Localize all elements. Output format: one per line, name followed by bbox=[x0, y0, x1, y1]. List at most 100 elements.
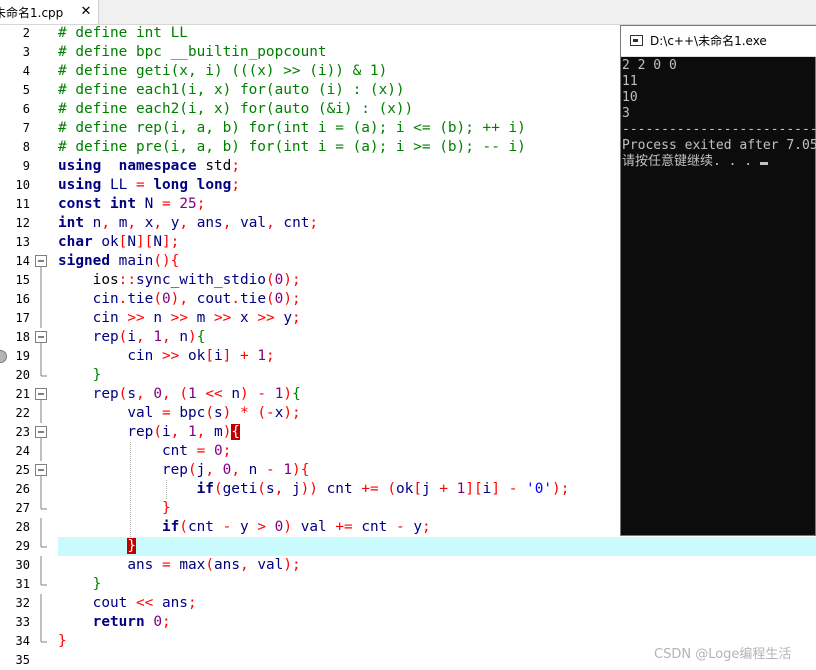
file-tab-label: 未命名1.cpp bbox=[0, 5, 64, 20]
fold-toggle-icon[interactable] bbox=[35, 252, 49, 271]
code-token: val bbox=[127, 405, 154, 421]
code-token: cnt bbox=[187, 519, 214, 535]
code-token: # define each1(i, x) for(auto (i) : (x)) bbox=[58, 82, 405, 98]
code-token: ( bbox=[265, 272, 275, 288]
console-line: Process exited after 7.05 bbox=[622, 138, 816, 154]
tab-bar: 未命名1.cpp ✕ bbox=[0, 0, 816, 25]
code-line[interactable]: 32 cout << ans; bbox=[0, 594, 816, 613]
fold-toggle-icon[interactable] bbox=[35, 328, 49, 347]
fold-toggle-icon[interactable] bbox=[35, 423, 49, 442]
code-text[interactable]: } bbox=[58, 575, 816, 594]
console-title-bar[interactable]: D:\c++\未命名1.exe bbox=[621, 26, 816, 57]
fold-gutter bbox=[35, 24, 49, 43]
code-text[interactable]: ans = max(ans, val); bbox=[58, 556, 816, 575]
close-tab-icon[interactable]: ✕ bbox=[78, 4, 94, 20]
code-token: geti bbox=[222, 481, 258, 497]
code-token: '0' bbox=[526, 481, 553, 497]
code-token: j bbox=[196, 462, 206, 478]
fold-end-icon bbox=[35, 366, 49, 385]
code-text[interactable]: } bbox=[58, 537, 816, 556]
code-token: ; bbox=[292, 310, 301, 326]
code-token: - bbox=[396, 519, 405, 535]
code-token: char bbox=[58, 234, 93, 250]
fold-end-icon bbox=[35, 537, 49, 556]
code-token: , bbox=[162, 386, 171, 402]
code-line[interactable]: 29 } bbox=[0, 537, 816, 556]
code-token: cnt bbox=[283, 215, 310, 231]
indent-guide bbox=[130, 442, 131, 537]
code-token: bpc bbox=[179, 405, 206, 421]
line-number: 10 bbox=[15, 178, 30, 192]
code-token: , bbox=[136, 386, 145, 402]
console-line-text: Process exited after 7.05 bbox=[622, 138, 816, 153]
fold-line-icon bbox=[35, 518, 49, 537]
code-token: ) bbox=[188, 329, 197, 345]
fold-toggle-icon[interactable] bbox=[35, 385, 49, 404]
code-token: ){ bbox=[292, 462, 310, 478]
fold-line-icon bbox=[35, 309, 49, 328]
code-token: ( bbox=[205, 405, 214, 421]
code-token: const bbox=[58, 196, 102, 212]
code-token: tie bbox=[127, 291, 154, 307]
code-token: , bbox=[240, 557, 249, 573]
code-token: n bbox=[179, 329, 189, 345]
fold-line-icon bbox=[35, 442, 49, 461]
code-token: tie bbox=[240, 291, 266, 307]
code-token: = bbox=[161, 405, 171, 421]
code-token: if bbox=[196, 481, 214, 497]
code-token: ( bbox=[153, 424, 162, 440]
file-tab[interactable]: 未命名1.cpp ✕ bbox=[0, 0, 99, 24]
code-token: ans bbox=[161, 595, 188, 611]
fold-gutter bbox=[35, 651, 49, 670]
code-token: 0 bbox=[213, 443, 223, 459]
code-token: - bbox=[222, 519, 232, 535]
code-token: , bbox=[231, 462, 240, 478]
code-token: ans bbox=[214, 557, 240, 573]
console-output[interactable]: 2 2 0 011103----------------------------… bbox=[621, 56, 816, 536]
line-number: 16 bbox=[15, 292, 30, 306]
code-token: . bbox=[231, 291, 240, 307]
fold-toggle-icon[interactable] bbox=[35, 461, 49, 480]
fold-end-icon bbox=[35, 499, 49, 518]
code-token: >> bbox=[170, 310, 188, 326]
code-token: ); bbox=[283, 405, 301, 421]
console-window[interactable]: D:\c++\未命名1.exe 2 2 0 0 11 10 3 ------------… bbox=[620, 25, 816, 536]
code-token: } bbox=[92, 576, 102, 592]
code-token: ) bbox=[240, 386, 249, 402]
line-number: 9 bbox=[22, 159, 30, 173]
code-text[interactable]: return 0; bbox=[58, 613, 816, 632]
code-token: N bbox=[153, 234, 162, 250]
code-token: sync_with_stdio bbox=[135, 272, 266, 288]
code-token: += bbox=[361, 481, 379, 497]
code-token: ; bbox=[231, 177, 240, 193]
fold-gutter bbox=[35, 62, 49, 81]
code-line[interactable]: 30 ans = max(ans, val); bbox=[0, 556, 816, 575]
code-line[interactable]: 31 } bbox=[0, 575, 816, 594]
code-token: cin bbox=[92, 310, 119, 326]
code-token: # define bpc __builtin_popcount bbox=[58, 44, 327, 60]
code-token: rep bbox=[92, 329, 119, 345]
fold-line-icon bbox=[35, 556, 49, 575]
code-token: > bbox=[257, 519, 266, 535]
code-token: ( bbox=[179, 386, 189, 402]
code-line[interactable]: 33 return 0; bbox=[0, 613, 816, 632]
code-text[interactable]: cout << ans; bbox=[58, 594, 816, 613]
line-number: 11 bbox=[15, 197, 30, 211]
code-token: x bbox=[240, 310, 249, 326]
line-number: 4 bbox=[22, 64, 30, 78]
fold-line-icon bbox=[35, 271, 49, 290]
